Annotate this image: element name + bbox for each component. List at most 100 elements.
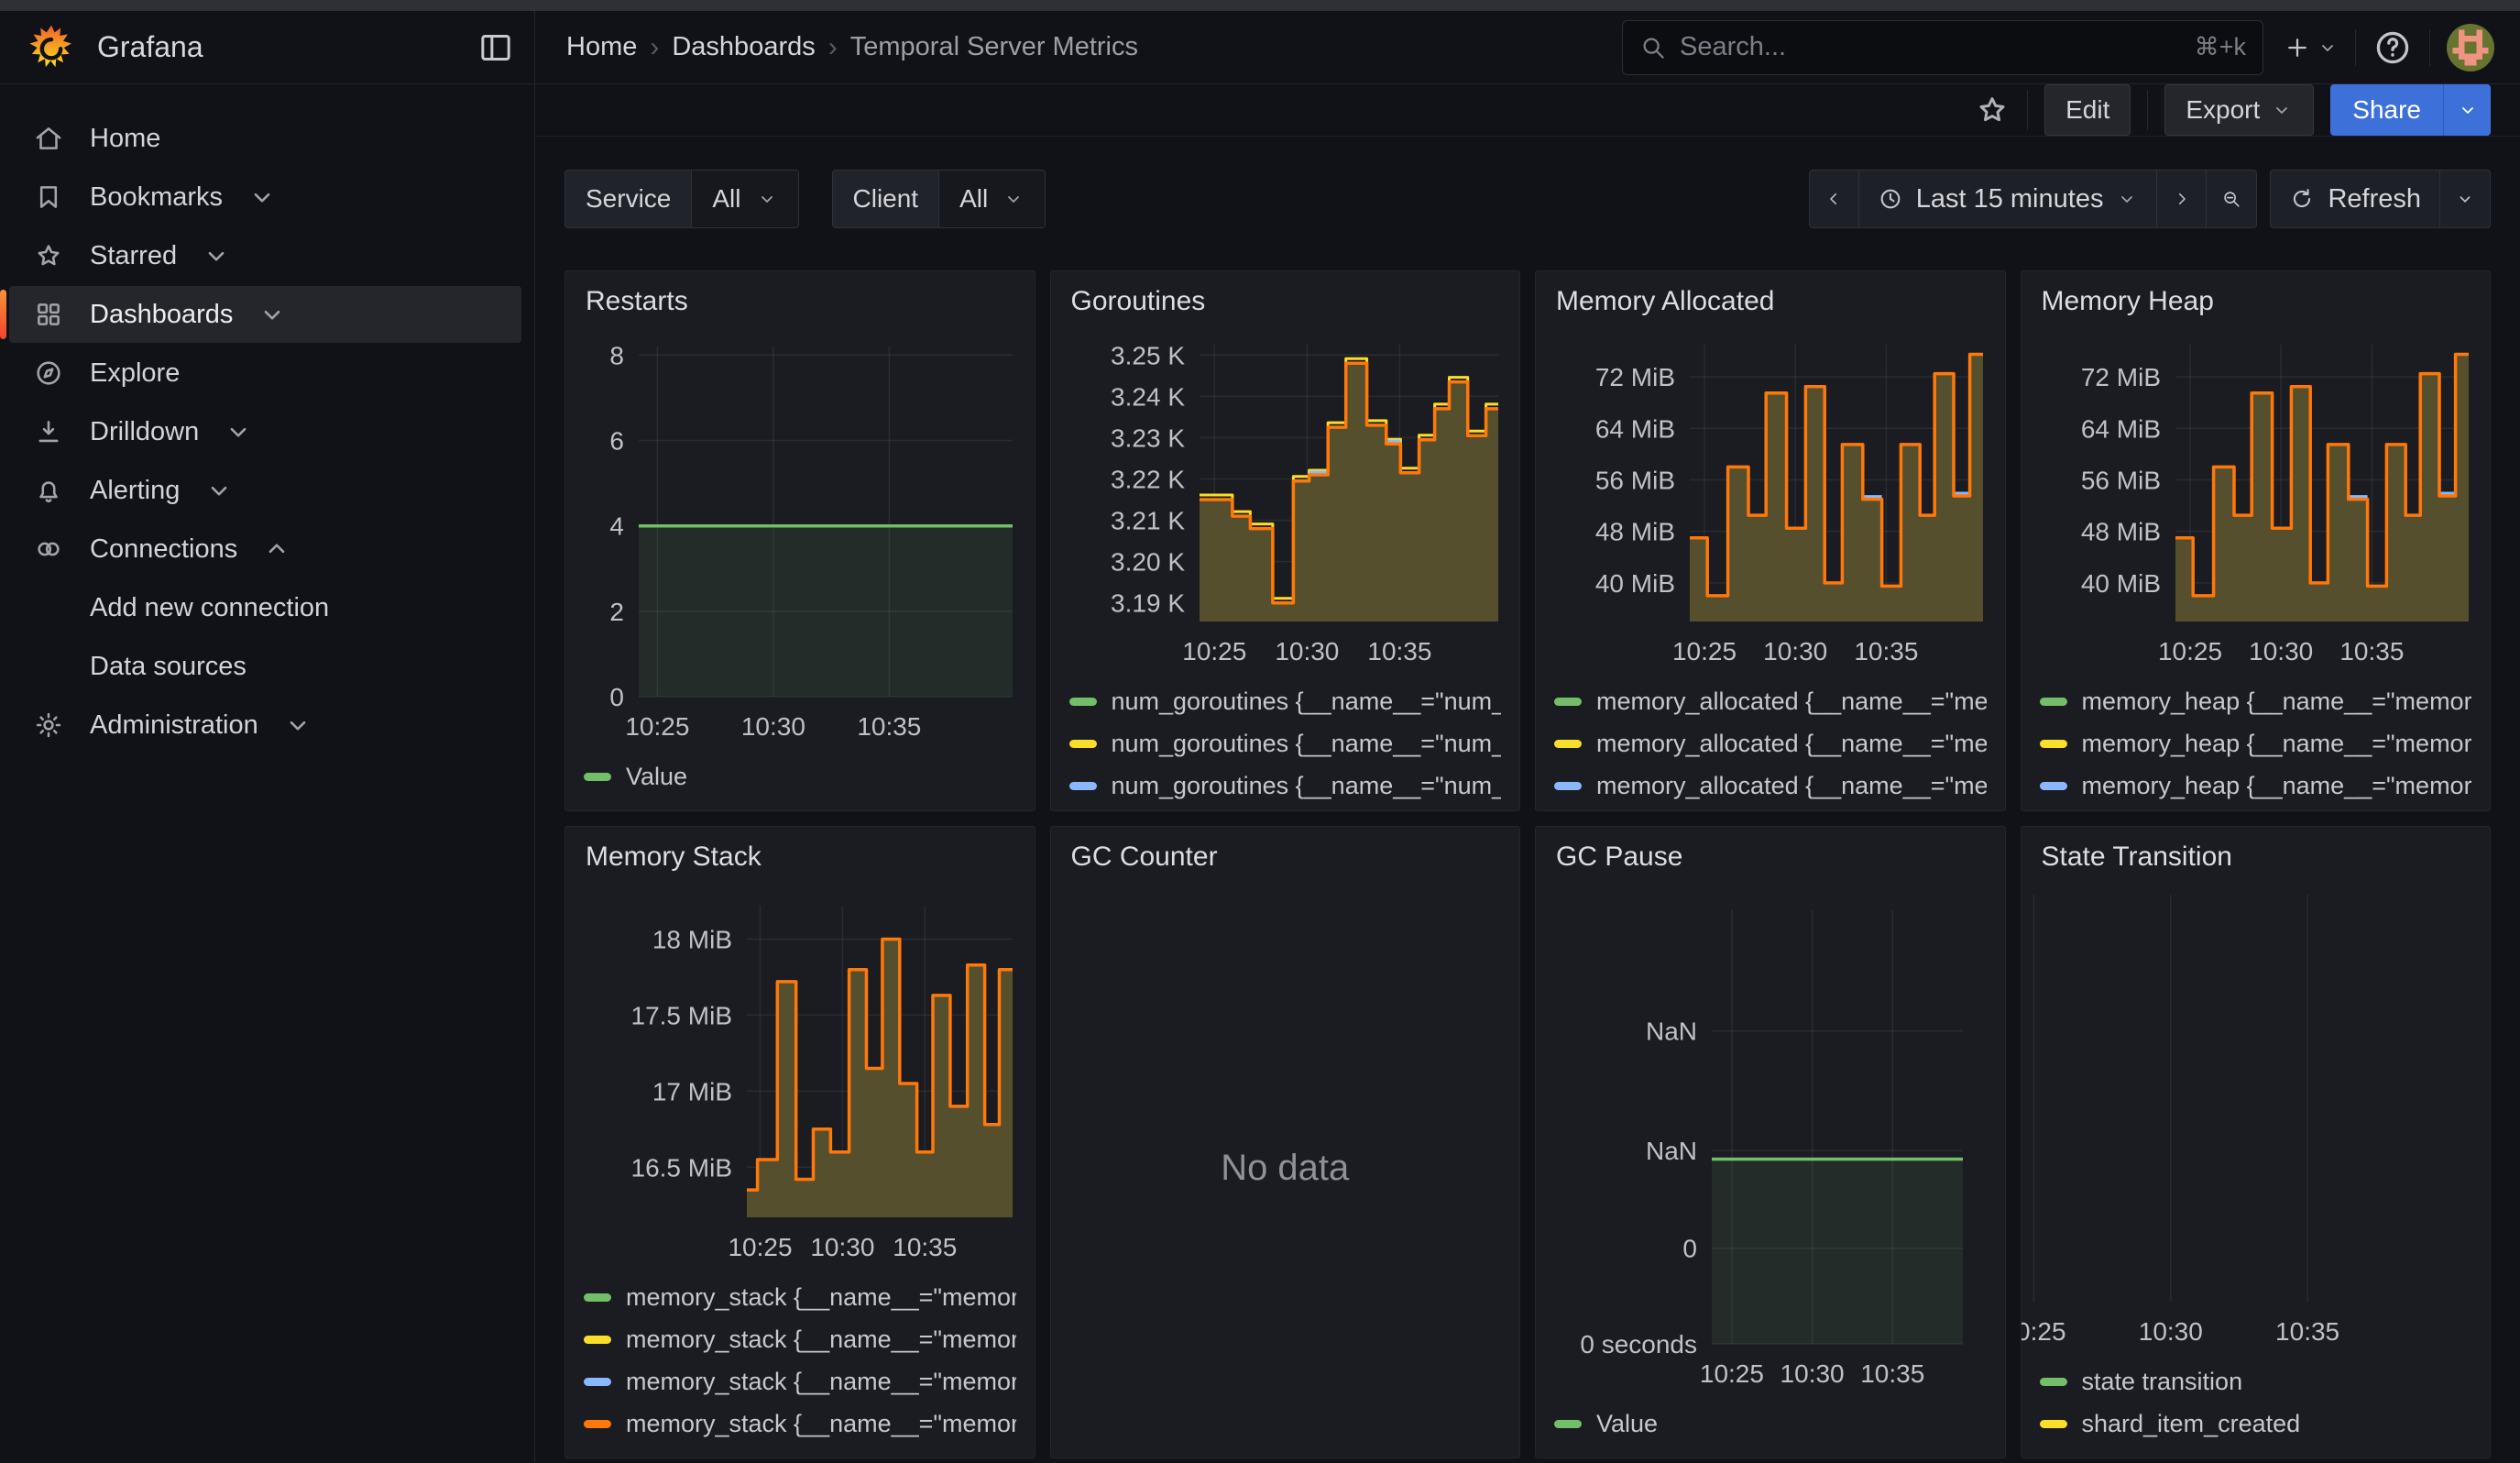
chart-goroutines[interactable]: 10:2510:3010:353.25 K3.24 K3.23 K3.22 K3…: [1051, 323, 1520, 675]
legend-item[interactable]: memory_allocated {__name__="memory_alloc…: [1554, 680, 1987, 722]
chart-memory-allocated[interactable]: 10:2510:3010:3572 MiB64 MiB56 MiB48 MiB4…: [1536, 323, 2005, 675]
sidebar-item-dashboards[interactable]: Dashboards: [9, 286, 521, 343]
legend-item[interactable]: Value: [584, 755, 1016, 798]
legend-swatch: [2040, 1378, 2067, 1386]
svg-text:10:35: 10:35: [1860, 1359, 1924, 1388]
svg-text:18 MiB: 18 MiB: [652, 925, 732, 953]
legend-item[interactable]: memory_heap {__name__="memory_heap": [2040, 722, 2472, 764]
share-button[interactable]: Share: [2330, 84, 2443, 136]
legend-item[interactable]: memory_heap {__name__="memory_heap": [2040, 764, 2472, 807]
svg-text:10:35: 10:35: [2275, 1317, 2339, 1346]
sidebar-item-home[interactable]: Home: [9, 110, 521, 167]
panel-title[interactable]: State Transition: [2021, 827, 2491, 878]
share-menu-button[interactable]: [2443, 84, 2491, 136]
chart-state-transition[interactable]: 10:2510:3010:35: [2021, 878, 2491, 1355]
legend-item[interactable]: memory_stack {__name__="memory_stack": [584, 1402, 1016, 1445]
sidebar-item-drilldown[interactable]: Drilldown: [9, 403, 521, 460]
legend-item[interactable]: shard_item_created: [2040, 1402, 2472, 1445]
sidebar-toggle-icon[interactable]: [477, 29, 514, 66]
zoom-out-button[interactable]: [2207, 170, 2256, 227]
chart-memory-stack[interactable]: 10:2510:3010:3518 MiB17.5 MiB17 MiB16.5 …: [565, 878, 1035, 1270]
breadcrumb-item[interactable]: Home: [566, 32, 637, 62]
svg-text:0 seconds: 0 seconds: [1580, 1330, 1697, 1358]
chart-restarts[interactable]: 10:2510:3010:3586420: [565, 323, 1035, 750]
export-button[interactable]: Export: [2164, 84, 2314, 136]
sidebar-item-data-sources[interactable]: Data sources: [9, 638, 521, 695]
legend-swatch: [1069, 740, 1097, 748]
time-shift-back-button[interactable]: [1810, 170, 1859, 227]
legend-item[interactable]: num_goroutines {__name__="num_goroutines…: [1069, 807, 1502, 810]
chart-gc-counter[interactable]: No data: [1051, 878, 1520, 1458]
refresh-button[interactable]: Refresh: [2271, 170, 2440, 227]
legend-item[interactable]: memory_allocated {__name__="memory_alloc…: [1554, 807, 1987, 810]
svg-text:10:30: 10:30: [741, 712, 805, 741]
legend-item[interactable]: memory_allocated {__name__="memory_alloc…: [1554, 722, 1987, 764]
sidebar-item-connections[interactable]: Connections: [9, 521, 521, 578]
legend-label: memory_heap {__name__="memory_heap": [2082, 730, 2472, 758]
legend-item[interactable]: memory_allocated {__name__="memory_alloc…: [1554, 764, 1987, 807]
sidebar-item-explore[interactable]: Explore: [9, 345, 521, 402]
legend-item[interactable]: num_goroutines {__name__="num_goroutines…: [1069, 764, 1502, 807]
legend-swatch: [1069, 782, 1097, 790]
filter-value-dropdown[interactable]: All: [692, 170, 797, 227]
panel-restarts: Restarts 10:2510:3010:3586420 Value: [564, 270, 1035, 811]
filter-value-dropdown[interactable]: All: [939, 170, 1045, 227]
svg-text:72 MiB: 72 MiB: [1595, 363, 1675, 391]
chevron-down-icon: [2271, 99, 2293, 121]
topbar-actions: [2284, 24, 2494, 72]
svg-text:10:35: 10:35: [1854, 637, 1918, 666]
grafana-logo-icon[interactable]: [27, 24, 75, 72]
panel-title[interactable]: Memory Stack: [565, 827, 1035, 878]
legend-item[interactable]: state transition: [2040, 1360, 2472, 1402]
legend-item[interactable]: memory_heap {__name__="memory_heap": [2040, 680, 2472, 722]
filter-client[interactable]: ClientAll: [832, 170, 1046, 228]
bell-icon: [33, 475, 64, 506]
sidebar-item-add-new-connection[interactable]: Add new connection: [9, 579, 521, 636]
panel-gc-pause: GC Pause 10:2510:3010:35NaNNaN00 seconds…: [1535, 826, 2006, 1458]
legend-label: Value: [1596, 1410, 1658, 1438]
legend-item[interactable]: memory_heap {__name__="memory_heap": [2040, 807, 2472, 810]
svg-text:10:25: 10:25: [1182, 637, 1246, 666]
favorite-star-icon[interactable]: [1974, 92, 2011, 128]
svg-text:3.20 K: 3.20 K: [1111, 548, 1185, 577]
legend-item[interactable]: memory_stack {__name__="memory_stack": [584, 1318, 1016, 1360]
legend-item[interactable]: memory_stack {__name__="memory_stack": [584, 1276, 1016, 1318]
chart-memory-heap[interactable]: 10:2510:3010:3572 MiB64 MiB56 MiB48 MiB4…: [2021, 323, 2491, 675]
sidebar-item-alerting[interactable]: Alerting: [9, 462, 521, 519]
svg-text:64 MiB: 64 MiB: [2080, 414, 2160, 443]
time-range-button[interactable]: Last 15 minutes: [1859, 170, 2158, 227]
legend-label: memory_stack {__name__="memory_stack": [626, 1283, 1016, 1312]
panel-title[interactable]: GC Pause: [1536, 827, 2005, 878]
panel-title[interactable]: Memory Allocated: [1536, 271, 2005, 323]
svg-text:72 MiB: 72 MiB: [2080, 363, 2160, 391]
legend-item[interactable]: num_goroutines {__name__="num_goroutines…: [1069, 680, 1502, 722]
chart-gc-pause[interactable]: 10:2510:3010:35NaNNaN00 seconds: [1536, 878, 2005, 1397]
search-input[interactable]: Search... ⌘+k: [1622, 20, 2263, 75]
panel-title[interactable]: Goroutines: [1051, 271, 1520, 323]
legend-label: Value: [626, 763, 687, 791]
legend-item[interactable]: Value: [1554, 1402, 1987, 1445]
add-new-button[interactable]: [2284, 34, 2339, 61]
time-shift-forward-button[interactable]: [2157, 170, 2207, 227]
edit-button[interactable]: Edit: [2044, 84, 2131, 136]
legend-swatch: [1069, 698, 1097, 706]
sidebar-item-bookmarks[interactable]: Bookmarks: [9, 169, 521, 226]
legend-label: memory_stack {__name__="memory_stack": [626, 1368, 1016, 1396]
legend-item[interactable]: memory_stack {__name__="memory_stack": [584, 1360, 1016, 1402]
svg-text:NaN: NaN: [1646, 1018, 1697, 1046]
chevron-down-icon: [756, 188, 778, 210]
sidebar-item-administration[interactable]: Administration: [9, 697, 521, 754]
panel-title[interactable]: Memory Heap: [2021, 271, 2491, 323]
help-icon[interactable]: [2372, 28, 2413, 68]
legend-swatch: [1554, 1420, 1582, 1428]
breadcrumb-item[interactable]: Dashboards: [672, 32, 815, 62]
refresh-interval-button[interactable]: [2440, 170, 2490, 227]
user-avatar[interactable]: [2447, 24, 2494, 72]
filter-service[interactable]: ServiceAll: [564, 170, 799, 228]
legend-label: shard_item_created: [2082, 1410, 2301, 1438]
sidebar-item-starred[interactable]: Starred: [9, 227, 521, 284]
svg-text:16.5 MiB: 16.5 MiB: [631, 1153, 733, 1182]
panel-title[interactable]: GC Counter: [1051, 827, 1520, 878]
panel-title[interactable]: Restarts: [565, 271, 1035, 323]
legend-item[interactable]: num_goroutines {__name__="num_goroutines…: [1069, 722, 1502, 764]
